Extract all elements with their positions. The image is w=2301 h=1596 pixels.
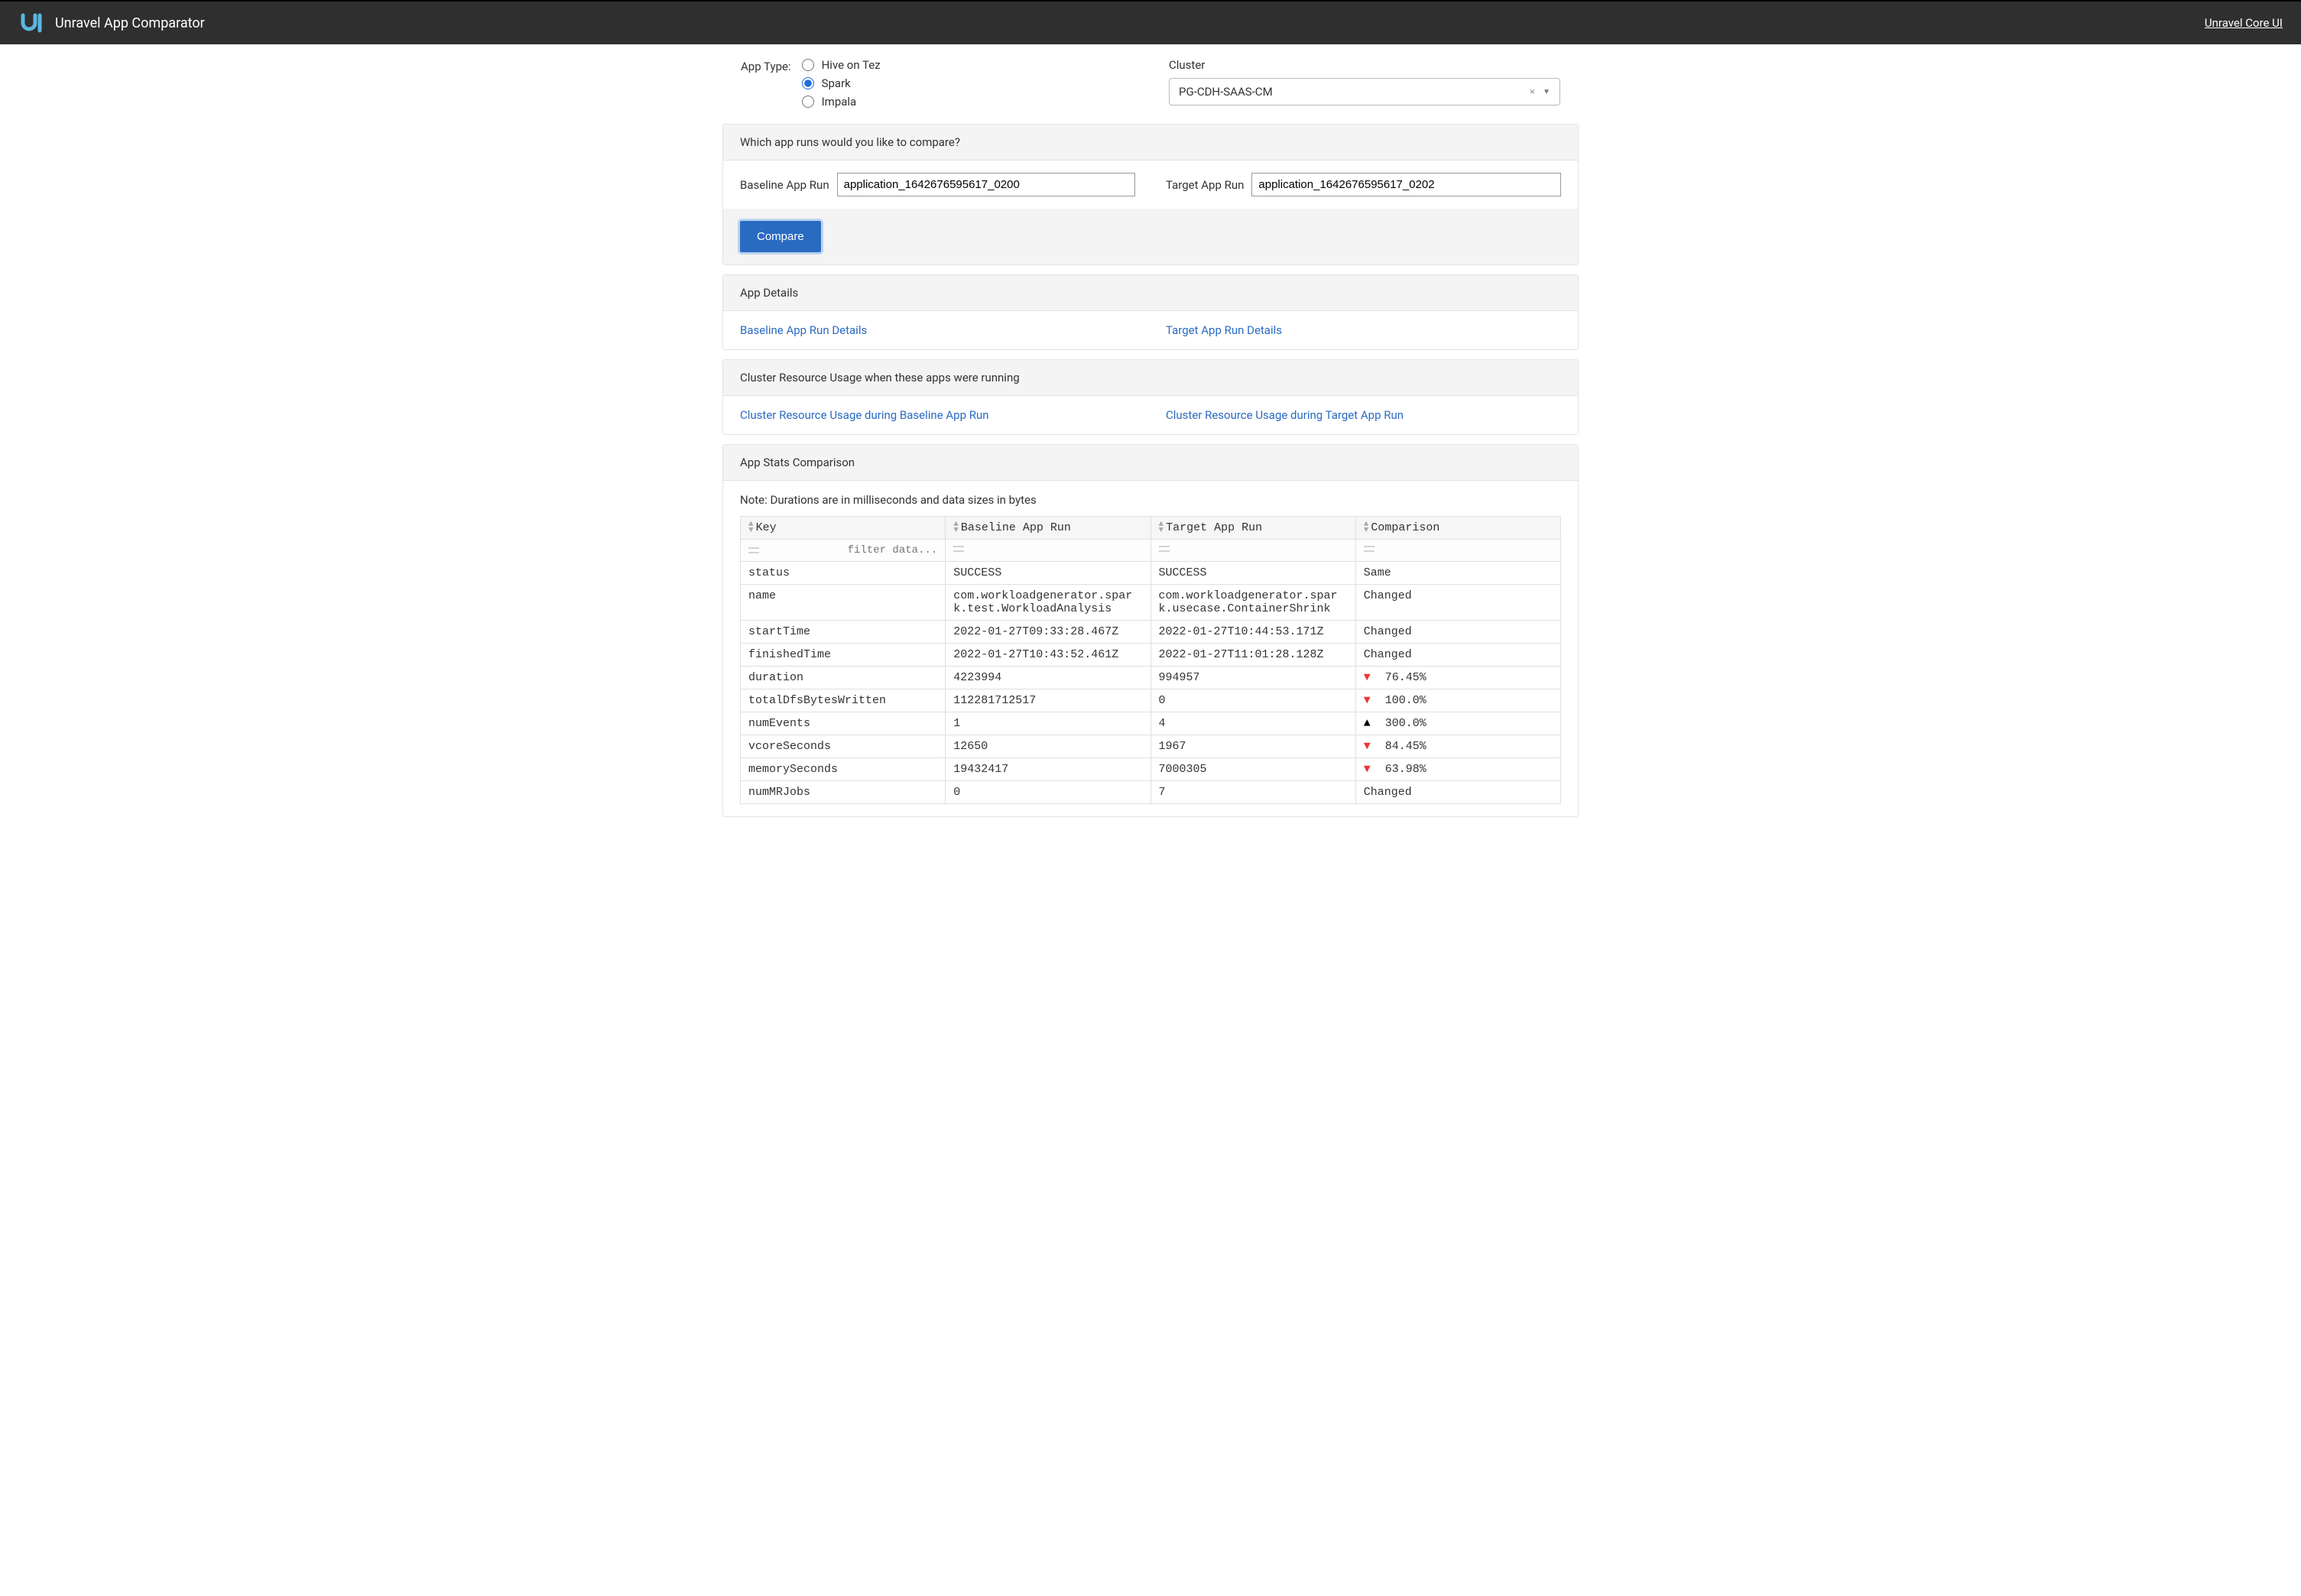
compare-button[interactable]: Compare (740, 221, 821, 252)
sort-icon[interactable] (1364, 521, 1369, 534)
baseline-run-label: Baseline App Run (740, 178, 829, 192)
app-type-option[interactable]: Spark (802, 76, 881, 90)
table-row: duration4223994994957▼ 76.45% (741, 667, 1561, 689)
cluster-value: PG-CDH-SAAS-CM (1179, 85, 1273, 99)
app-details-heading: App Details (723, 275, 1578, 311)
app-type-label: App Type: (741, 58, 791, 113)
sort-icon[interactable] (953, 521, 959, 534)
filter-icon[interactable] (1364, 544, 1374, 553)
unravel-core-ui-link[interactable]: Unravel Core UI (2205, 16, 2283, 30)
sort-icon[interactable] (748, 521, 754, 534)
sort-icon[interactable] (1159, 521, 1164, 534)
filter-icon[interactable] (1159, 544, 1170, 553)
app-title: Unravel App Comparator (55, 15, 205, 31)
col-baseline[interactable]: Baseline App Run (946, 517, 1150, 540)
filter-icon[interactable] (748, 546, 759, 555)
table-row: vcoreSeconds126501967▼ 84.45% (741, 735, 1561, 758)
chevron-down-icon[interactable]: ▼ (1543, 88, 1550, 96)
app-type-option-label: Impala (822, 95, 857, 109)
target-run-input[interactable] (1251, 173, 1561, 196)
app-type-option-label: Spark (822, 76, 851, 90)
unravel-logo-icon (18, 9, 46, 37)
col-comparison[interactable]: Comparison (1355, 517, 1560, 540)
stats-note: Note: Durations are in milliseconds and … (740, 493, 1561, 507)
stats-table: Key Baseline App Run Target App Run Comp… (740, 516, 1561, 804)
table-row: numEvents14▲ 300.0% (741, 712, 1561, 735)
col-target[interactable]: Target App Run (1150, 517, 1355, 540)
table-row: statusSUCCESSSUCCESSSame (741, 562, 1561, 585)
col-key[interactable]: Key (741, 517, 946, 540)
table-row: finishedTime2022-01-27T10:43:52.461Z2022… (741, 644, 1561, 667)
app-type-option[interactable]: Impala (802, 95, 881, 109)
filter-icon[interactable] (953, 544, 964, 553)
filter-key-input[interactable] (764, 544, 937, 556)
stats-heading: App Stats Comparison (723, 445, 1578, 481)
table-row: numMRJobs07Changed (741, 781, 1561, 804)
app-type-radio[interactable] (802, 59, 814, 71)
table-row: startTime2022-01-27T09:33:28.467Z2022-01… (741, 621, 1561, 644)
table-row: memorySeconds194324177000305▼ 63.98% (741, 758, 1561, 781)
app-type-radio[interactable] (802, 77, 814, 89)
arrow-up-icon: ▲ (1364, 717, 1371, 730)
arrow-down-icon: ▼ (1364, 763, 1371, 776)
target-details-link[interactable]: Target App Run Details (1166, 323, 1561, 337)
table-row: namecom.workloadgenerator.spark.test.Wor… (741, 585, 1561, 621)
cluster-select[interactable]: PG-CDH-SAAS-CM × ▼ (1169, 78, 1560, 105)
clear-icon[interactable]: × (1530, 86, 1535, 98)
arrow-down-icon: ▼ (1364, 671, 1371, 684)
cluster-label: Cluster (1169, 58, 1560, 72)
app-type-radio[interactable] (802, 96, 814, 108)
baseline-cluster-usage-link[interactable]: Cluster Resource Usage during Baseline A… (740, 408, 1135, 422)
baseline-details-link[interactable]: Baseline App Run Details (740, 323, 1135, 337)
baseline-run-input[interactable] (837, 173, 1135, 196)
table-row: totalDfsBytesWritten1122817125170▼ 100.0… (741, 689, 1561, 712)
app-type-option[interactable]: Hive on Tez (802, 58, 881, 72)
target-cluster-usage-link[interactable]: Cluster Resource Usage during Target App… (1166, 408, 1561, 422)
arrow-down-icon: ▼ (1364, 740, 1371, 753)
compare-heading: Which app runs would you like to compare… (723, 125, 1578, 161)
arrow-down-icon: ▼ (1364, 694, 1371, 707)
target-run-label: Target App Run (1166, 178, 1244, 192)
cluster-usage-heading: Cluster Resource Usage when these apps w… (723, 360, 1578, 396)
app-type-option-label: Hive on Tez (822, 58, 881, 72)
